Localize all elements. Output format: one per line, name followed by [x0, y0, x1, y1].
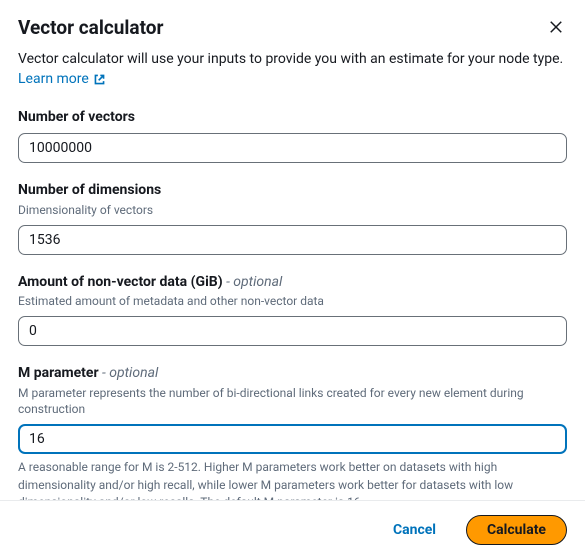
modal-body: Vector calculator will use your inputs t… [0, 49, 585, 500]
num-dimensions-input[interactable] [18, 225, 567, 255]
num-dimensions-hint: Dimensionality of vectors [18, 202, 567, 219]
m-param-help: A reasonable range for M is 2-512. Highe… [18, 459, 567, 500]
field-number-of-dimensions: Number of dimensions Dimensionality of v… [18, 181, 567, 254]
non-vector-hint: Estimated amount of metadata and other n… [18, 293, 567, 310]
external-link-icon [93, 73, 106, 86]
m-param-input[interactable] [18, 424, 567, 454]
description-content: Vector calculator will use your inputs t… [18, 51, 563, 67]
field-number-of-vectors: Number of vectors [18, 108, 567, 164]
description-text: Vector calculator will use your inputs t… [18, 49, 567, 90]
close-icon [547, 18, 565, 36]
num-vectors-label: Number of vectors [18, 108, 567, 128]
modal-title: Vector calculator [18, 16, 163, 39]
calculate-button[interactable]: Calculate [466, 515, 567, 545]
num-vectors-input[interactable] [18, 133, 567, 163]
non-vector-input[interactable] [18, 316, 567, 346]
m-param-hint: M parameter represents the number of bi-… [18, 385, 567, 419]
non-vector-optional: - optional [223, 274, 283, 290]
non-vector-label: Amount of non-vector data (GiB) [18, 274, 223, 290]
num-dimensions-label: Number of dimensions [18, 181, 567, 201]
close-button[interactable] [545, 16, 567, 38]
learn-more-label: Learn more [18, 69, 89, 89]
modal-header: Vector calculator [0, 0, 585, 49]
cancel-button[interactable]: Cancel [373, 516, 456, 544]
field-non-vector-data: Amount of non-vector data (GiB) - option… [18, 273, 567, 346]
learn-more-link[interactable]: Learn more [18, 69, 106, 89]
m-param-label-wrap: M parameter - optional [18, 364, 567, 384]
field-m-parameter: M parameter - optional M parameter repre… [18, 364, 567, 500]
m-param-optional: - optional [99, 365, 159, 381]
modal-footer: Cancel Calculate [0, 500, 585, 559]
m-param-label: M parameter [18, 365, 99, 381]
non-vector-label-wrap: Amount of non-vector data (GiB) - option… [18, 273, 567, 293]
